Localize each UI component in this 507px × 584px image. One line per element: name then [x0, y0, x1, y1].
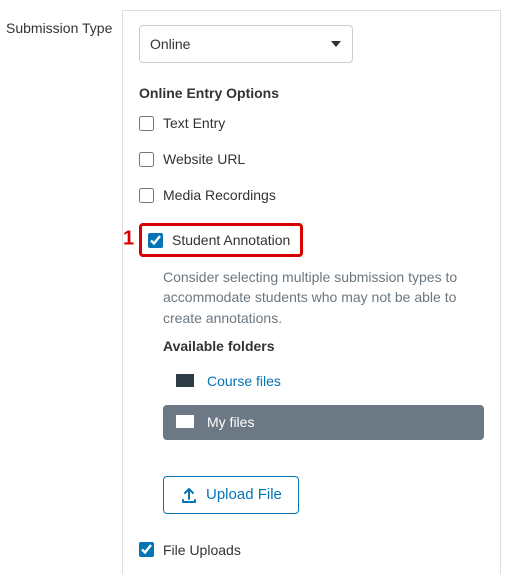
file-uploads-checkbox[interactable] [139, 542, 154, 557]
media-recordings-option: Media Recordings [139, 187, 484, 203]
folder-my-files[interactable]: My files [163, 405, 484, 440]
student-annotation-details: Consider selecting multiple submission t… [163, 267, 484, 514]
submission-panel: Online Online Entry Options Text Entry W… [122, 10, 501, 574]
text-entry-option: Text Entry [139, 115, 484, 131]
website-url-checkbox[interactable] [139, 152, 154, 167]
upload-file-button[interactable]: Upload File [163, 476, 299, 514]
folder-my-files-label: My files [207, 414, 254, 430]
online-entry-options-heading: Online Entry Options [139, 85, 484, 101]
text-entry-label[interactable]: Text Entry [163, 115, 225, 131]
student-annotation-highlight: 1 Student Annotation [139, 223, 303, 257]
website-url-option: Website URL [139, 151, 484, 167]
callout-number: 1 [123, 227, 134, 250]
upload-file-label: Upload File [206, 486, 282, 503]
website-url-label[interactable]: Website URL [163, 151, 245, 167]
folder-course-label: Course files [207, 373, 281, 389]
submission-type-select[interactable]: Online [139, 25, 353, 63]
submission-type-select-wrap: Online [139, 25, 353, 63]
file-uploads-option: File Uploads [139, 542, 484, 558]
available-folders-heading: Available folders [163, 338, 484, 354]
file-uploads-label[interactable]: File Uploads [163, 542, 241, 558]
student-annotation-checkbox[interactable] [148, 233, 163, 248]
submission-type-label: Submission Type [6, 10, 122, 36]
folder-icon [175, 372, 195, 391]
folder-icon [175, 413, 195, 432]
student-annotation-label[interactable]: Student Annotation [172, 232, 290, 248]
media-recordings-label[interactable]: Media Recordings [163, 187, 276, 203]
text-entry-checkbox[interactable] [139, 116, 154, 131]
annotation-help-text: Consider selecting multiple submission t… [163, 267, 484, 328]
folder-course-files[interactable]: Course files [163, 364, 484, 399]
upload-icon [180, 486, 198, 504]
media-recordings-checkbox[interactable] [139, 188, 154, 203]
